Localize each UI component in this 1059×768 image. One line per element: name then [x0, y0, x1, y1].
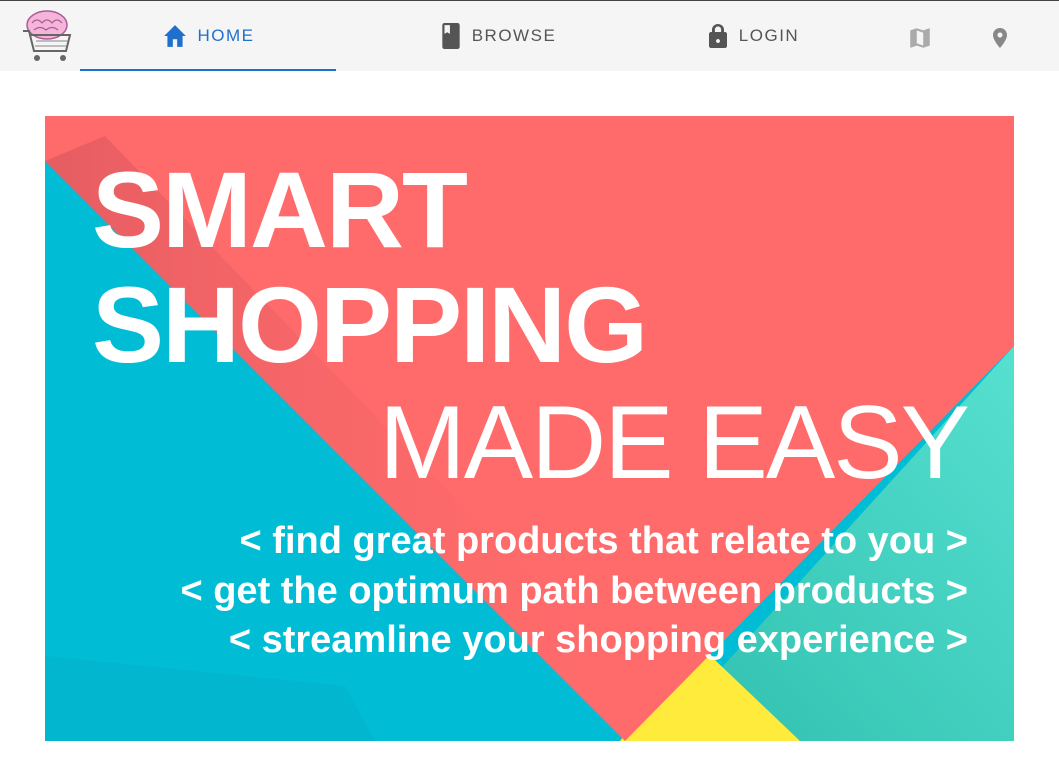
- hero-title-line2: SHOPPING: [92, 264, 648, 385]
- tab-browse-label: BROWSE: [471, 26, 557, 45]
- hero-subtitle: MADE EASY: [379, 385, 970, 501]
- active-tab-indicator: [80, 69, 336, 71]
- hero-banner: SMART SHOPPING MADE EASY < find great pr…: [45, 116, 1014, 741]
- tab-home-label: HOME: [197, 26, 255, 45]
- lock-icon: [708, 24, 727, 48]
- logo-brain-cart-icon[interactable]: [20, 7, 76, 65]
- book-icon: [442, 23, 460, 49]
- location-pin-icon: [993, 28, 1007, 48]
- map-icon: [910, 28, 930, 48]
- home-icon: [163, 25, 186, 47]
- tab-home[interactable]: HOME: [80, 1, 336, 71]
- tab-login[interactable]: LOGIN: [625, 1, 881, 71]
- location-button[interactable]: [985, 23, 1015, 53]
- hero-title-line1: SMART: [92, 149, 468, 270]
- tab-login-label: LOGIN: [738, 26, 800, 45]
- top-nav-bar: HOME BROWSE LOGIN: [0, 0, 1059, 71]
- map-button[interactable]: [905, 23, 935, 53]
- hero-tagline-1: < find great products that relate to you…: [239, 520, 968, 562]
- hero-tagline-2: < get the optimum path between products …: [180, 570, 968, 612]
- hero-tagline-3: < streamline your shopping experience >: [228, 619, 968, 661]
- tab-browse[interactable]: BROWSE: [370, 1, 626, 71]
